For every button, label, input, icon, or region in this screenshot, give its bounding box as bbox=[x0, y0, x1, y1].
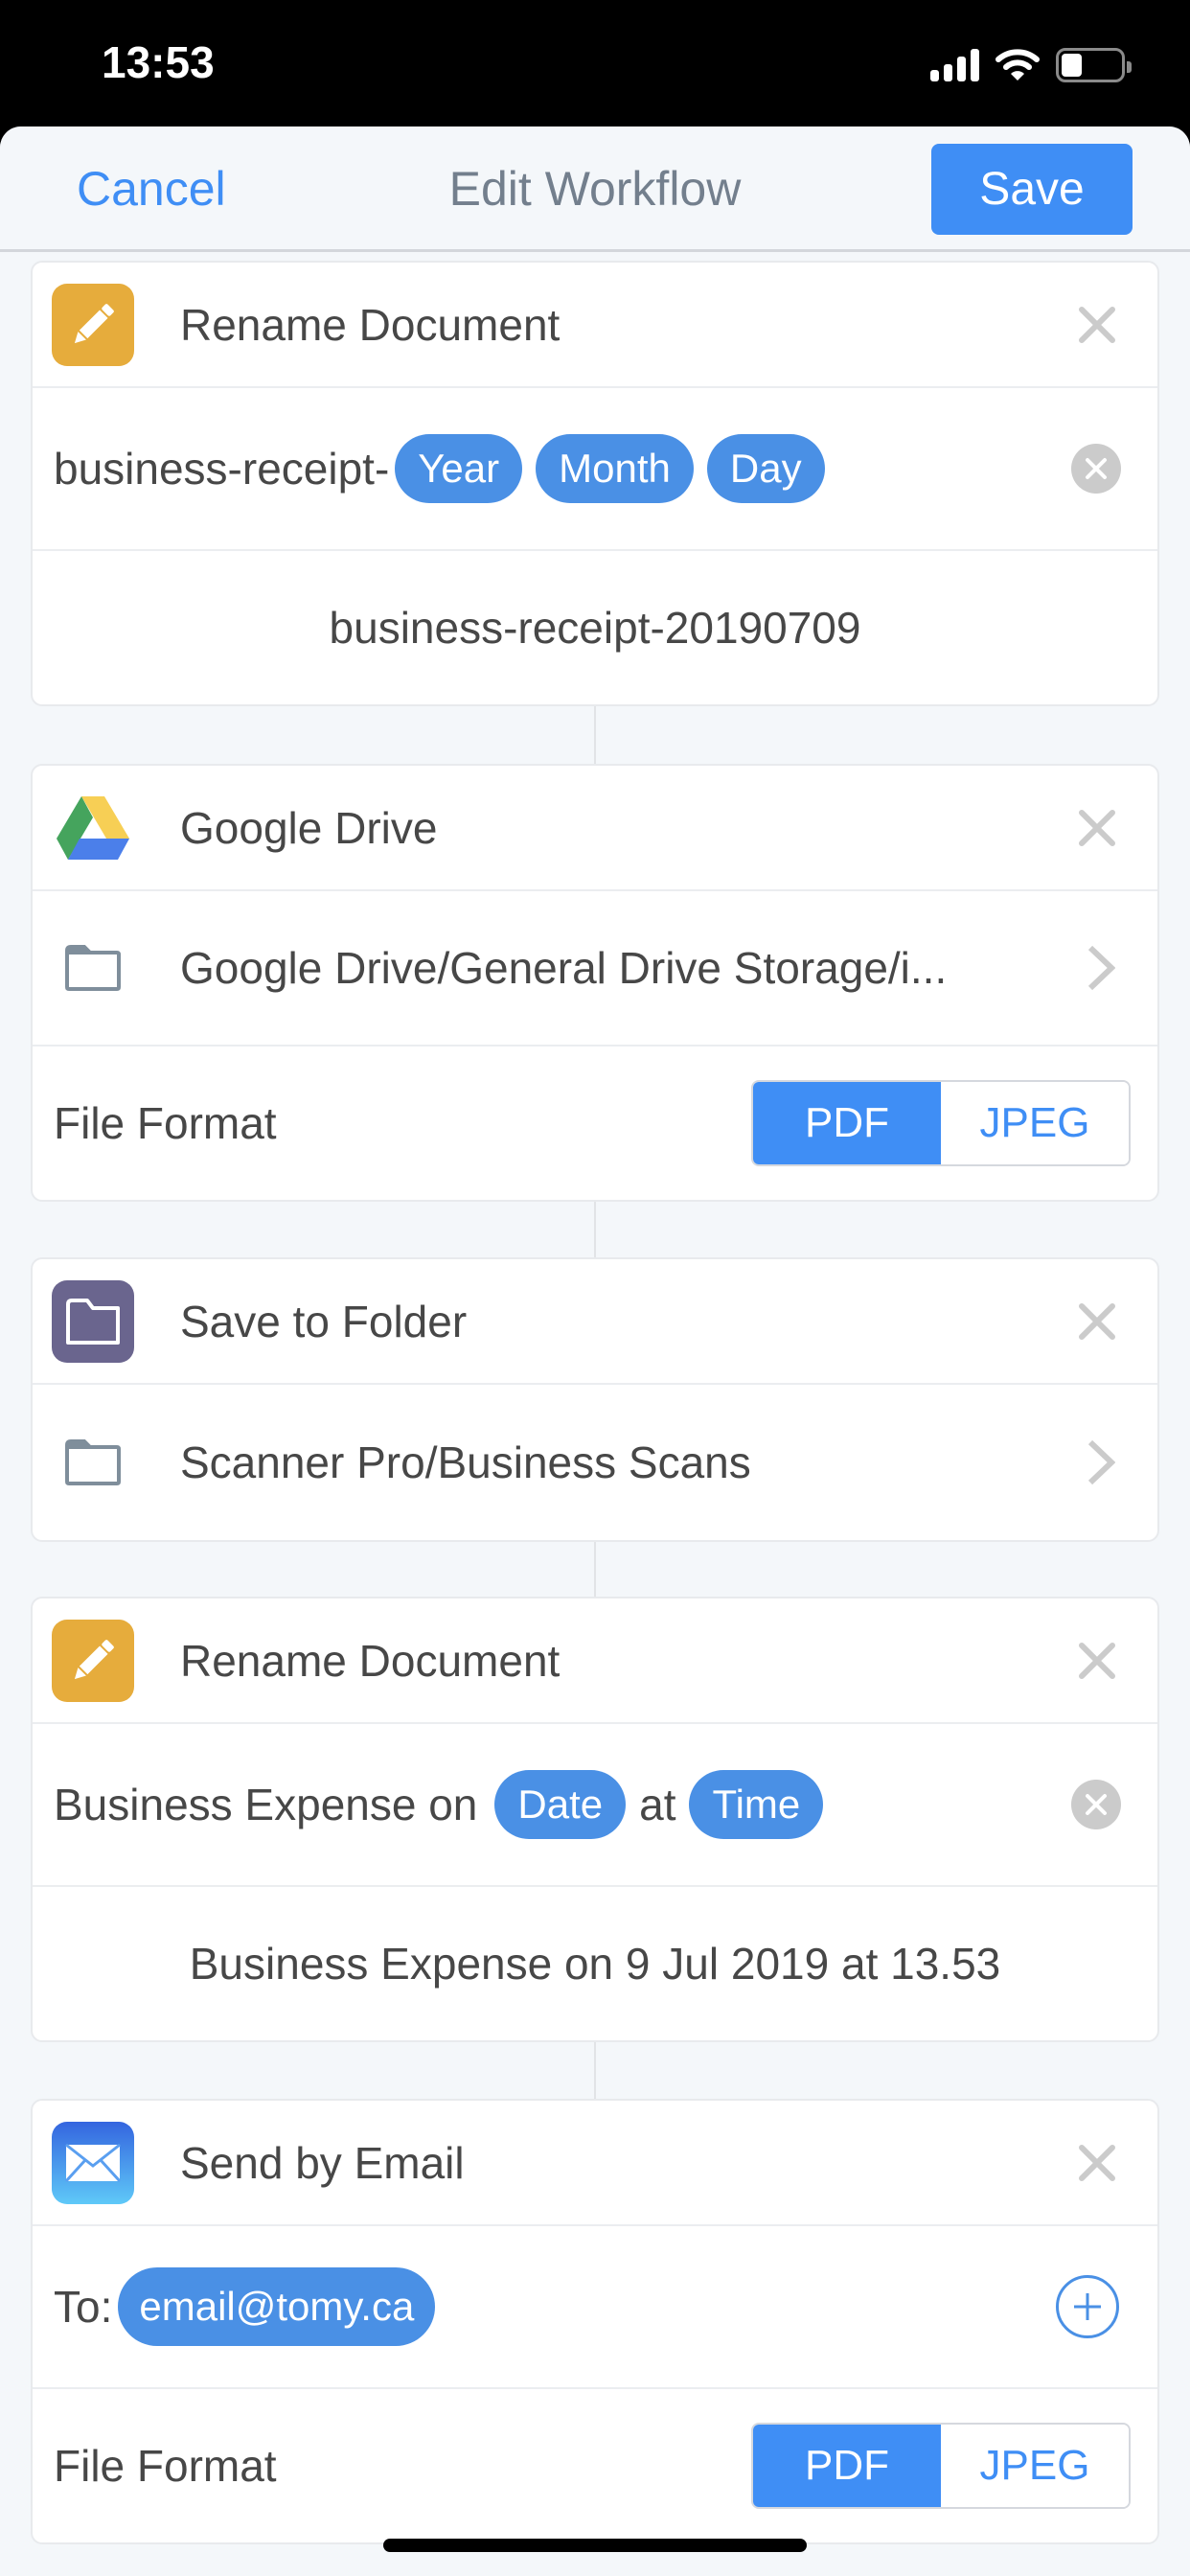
pattern-middle: at bbox=[639, 1780, 676, 1829]
workflow-step-google-drive: Google Drive Google Drive/General Drive … bbox=[31, 764, 1159, 1202]
step-connector bbox=[594, 704, 596, 764]
token-date[interactable]: Date bbox=[494, 1770, 627, 1839]
edit-workflow-sheet: Cancel Edit Workflow Save Rename Documen… bbox=[0, 126, 1190, 2576]
token-month[interactable]: Month bbox=[536, 434, 694, 503]
close-icon bbox=[1079, 1302, 1115, 1340]
rename-pattern[interactable]: business-receipt- Year Month Day bbox=[54, 434, 832, 503]
rename-preview-row: business-receipt-20190709 bbox=[33, 551, 1157, 704]
rename-preview: Business Expense on 9 Jul 2019 at 13.53 bbox=[189, 1939, 1001, 1989]
battery-level bbox=[1062, 54, 1082, 77]
workflow-step-send-by-email: Send by Email To: email@tomy.ca File Form… bbox=[31, 2099, 1159, 2544]
chevron-right-icon bbox=[1087, 945, 1115, 991]
recipients-row: To: email@tomy.ca bbox=[33, 2226, 1157, 2389]
step-connector bbox=[594, 1198, 596, 1257]
token-year[interactable]: Year bbox=[395, 434, 523, 503]
token-time[interactable]: Time bbox=[689, 1770, 824, 1839]
file-format-row: File Format PDF JPEG bbox=[33, 1046, 1157, 1200]
save-button[interactable]: Save bbox=[931, 144, 1133, 235]
remove-step-button[interactable] bbox=[1073, 804, 1121, 852]
format-option-pdf[interactable]: PDF bbox=[753, 2425, 941, 2507]
folder-path: Google Drive/General Drive Storage/i... bbox=[180, 943, 948, 993]
file-format-label: File Format bbox=[54, 1098, 277, 1148]
close-icon bbox=[1079, 1642, 1115, 1679]
status-time: 13:53 bbox=[102, 37, 215, 87]
workflow-step-save-to-folder: Save to Folder Scanner Pro/Business Scan… bbox=[31, 1257, 1159, 1542]
mail-icon bbox=[52, 2121, 134, 2204]
step-title: Rename Document bbox=[180, 1635, 561, 1686]
step-title: Send by Email bbox=[180, 2137, 465, 2188]
status-bar: 13:53 bbox=[0, 0, 1190, 126]
file-format-segmented-control[interactable]: PDF JPEG bbox=[751, 1080, 1131, 1166]
chevron-right-icon bbox=[1087, 1439, 1115, 1485]
format-option-jpeg[interactable]: JPEG bbox=[941, 2425, 1129, 2507]
clear-pattern-button[interactable] bbox=[1071, 1780, 1121, 1829]
format-option-jpeg[interactable]: JPEG bbox=[941, 1082, 1129, 1164]
destination-folder-row[interactable]: Google Drive/General Drive Storage/i... bbox=[33, 891, 1157, 1046]
pencil-icon bbox=[52, 283, 134, 366]
step-connector bbox=[594, 2039, 596, 2099]
format-option-pdf[interactable]: PDF bbox=[753, 1082, 941, 1164]
battery-cap bbox=[1127, 61, 1132, 73]
recipients: To: email@tomy.ca bbox=[54, 2267, 436, 2346]
folder-path: Scanner Pro/Business Scans bbox=[180, 1438, 751, 1487]
file-format-label: File Format bbox=[54, 2441, 277, 2491]
pencil-icon bbox=[52, 1619, 134, 1702]
step-title: Google Drive bbox=[180, 802, 438, 853]
home-indicator[interactable] bbox=[383, 2539, 807, 2552]
clear-icon bbox=[1086, 458, 1107, 479]
close-icon bbox=[1079, 2144, 1115, 2181]
close-icon bbox=[1079, 809, 1115, 846]
status-icons bbox=[930, 46, 1132, 84]
rename-pattern-row[interactable]: Business Expense on Date at Time bbox=[33, 1724, 1157, 1887]
step-header: Send by Email bbox=[33, 2101, 1157, 2226]
folder-icon bbox=[52, 1279, 134, 1363]
rename-pattern-row[interactable]: business-receipt- Year Month Day bbox=[33, 388, 1157, 551]
pattern-prefix: business-receipt- bbox=[54, 444, 390, 494]
clear-icon bbox=[1086, 1794, 1107, 1815]
rename-preview: business-receipt-20190709 bbox=[329, 603, 861, 653]
recipient-chip[interactable]: email@tomy.ca bbox=[118, 2267, 436, 2346]
folder-icon bbox=[65, 1439, 121, 1485]
remove-step-button[interactable] bbox=[1073, 2139, 1121, 2187]
step-header: Rename Document bbox=[33, 263, 1157, 388]
file-format-segmented-control[interactable]: PDF JPEG bbox=[751, 2423, 1131, 2509]
cellular-signal-icon bbox=[930, 49, 979, 81]
clear-pattern-button[interactable] bbox=[1071, 444, 1121, 494]
pattern-prefix: Business Expense on bbox=[54, 1780, 478, 1829]
destination-folder-row[interactable]: Scanner Pro/Business Scans bbox=[33, 1385, 1157, 1540]
remove-step-button[interactable] bbox=[1073, 301, 1121, 349]
battery-icon bbox=[1056, 48, 1132, 82]
wifi-icon bbox=[995, 49, 1040, 80]
step-header: Rename Document bbox=[33, 1598, 1157, 1724]
remove-step-button[interactable] bbox=[1073, 1298, 1121, 1346]
step-header: Google Drive bbox=[33, 766, 1157, 891]
step-title: Rename Document bbox=[180, 299, 561, 350]
plus-icon bbox=[1074, 2293, 1101, 2320]
workflow-step-rename-document: Rename Document business-receipt- Year Mon… bbox=[31, 261, 1159, 706]
step-title: Save to Folder bbox=[180, 1296, 468, 1346]
folder-icon bbox=[65, 945, 121, 991]
token-day[interactable]: Day bbox=[706, 434, 825, 503]
rename-pattern[interactable]: Business Expense on Date at Time bbox=[54, 1770, 830, 1839]
file-format-row: File Format PDF JPEG bbox=[33, 2389, 1157, 2542]
remove-step-button[interactable] bbox=[1073, 1637, 1121, 1685]
navigation-bar: Cancel Edit Workflow Save bbox=[0, 126, 1190, 252]
to-label: To: bbox=[54, 2282, 113, 2332]
step-connector bbox=[594, 1537, 596, 1597]
close-icon bbox=[1079, 306, 1115, 343]
step-header: Save to Folder bbox=[33, 1259, 1157, 1385]
google-drive-icon bbox=[52, 787, 134, 869]
workflow-step-rename-document: Rename Document Business Expense on Date a… bbox=[31, 1597, 1159, 2042]
add-recipient-button[interactable] bbox=[1056, 2275, 1119, 2338]
rename-preview-row: Business Expense on 9 Jul 2019 at 13.53 bbox=[33, 1887, 1157, 2040]
